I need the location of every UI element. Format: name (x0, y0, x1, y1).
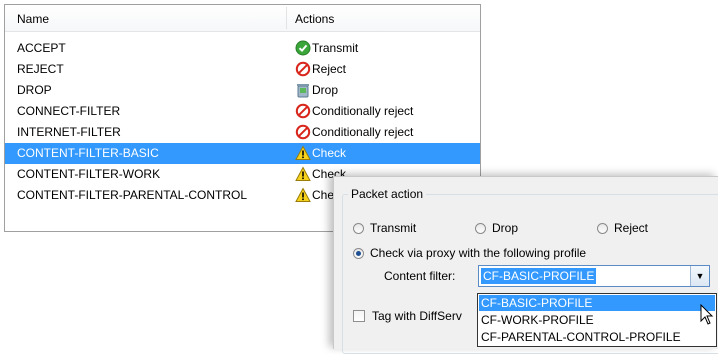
list-row[interactable]: DROP Drop (5, 80, 480, 101)
content-filter-combo[interactable]: CF-BASIC-PROFILE ▼ (478, 265, 710, 287)
list-row[interactable]: CONNECT-FILTER Conditionally reject (5, 101, 480, 122)
radio-check-proxy-button[interactable] (353, 247, 364, 259)
row-action-label: Reject (312, 62, 347, 76)
tag-diffserv-checkbox[interactable] (353, 310, 365, 322)
check-icon (295, 40, 311, 56)
row-action: Drop (295, 82, 338, 98)
radio-transmit-label: Transmit (370, 221, 417, 235)
prohibited-icon (295, 61, 311, 77)
list-row[interactable]: INTERNET-FILTER Conditionally reject (5, 122, 480, 143)
dropdown-option[interactable]: CF-BASIC-PROFILE (479, 295, 715, 311)
row-action-label: Conditionally reject (312, 104, 414, 118)
row-action-label: Transmit (312, 41, 359, 55)
radio-drop-label: Drop (492, 221, 519, 235)
content-filter-dropdown: CF-BASIC-PROFILE CF-WORK-PROFILE CF-PARE… (477, 293, 717, 347)
row-name: CONTENT-FILTER-WORK (17, 167, 161, 181)
warning-icon (295, 145, 311, 161)
radio-transmit-button[interactable] (353, 222, 364, 234)
radio-check-proxy-label: Check via proxy with the following profi… (370, 246, 587, 260)
row-action-label: Drop (312, 83, 339, 97)
list-row[interactable]: ACCEPT Transmit (5, 38, 480, 59)
column-header-actions[interactable]: Actions (295, 12, 334, 26)
column-header-name[interactable]: Name (17, 12, 49, 26)
row-action: Transmit (295, 40, 358, 56)
row-action: Reject (295, 61, 346, 77)
tag-diffserv-label: Tag with DiffServ (372, 309, 462, 323)
list-row[interactable]: REJECT Reject (5, 59, 480, 80)
row-action: Check (295, 145, 346, 161)
row-action: Che (295, 187, 334, 203)
row-name: DROP (17, 83, 52, 97)
radio-reject[interactable]: Reject (597, 221, 648, 235)
row-action: Conditionally reject (295, 124, 413, 140)
warning-icon (295, 166, 311, 182)
radio-reject-button[interactable] (597, 222, 608, 234)
column-separator[interactable] (286, 7, 287, 29)
group-title: Packet action (348, 187, 427, 201)
row-name: CONNECT-FILTER (17, 104, 121, 118)
row-action-label: Check (312, 146, 347, 160)
row-action: Conditionally reject (295, 103, 413, 119)
warning-icon (295, 187, 311, 203)
trash-icon (295, 82, 311, 98)
row-action-label: Che (312, 188, 335, 202)
dropdown-option[interactable]: CF-WORK-PROFILE (479, 312, 715, 328)
radio-drop-button[interactable] (475, 222, 486, 234)
row-action-label: Conditionally reject (312, 125, 414, 139)
list-header: Name Actions (5, 5, 480, 32)
prohibited-icon (295, 124, 311, 140)
dropdown-option[interactable]: CF-PARENTAL-CONTROL-PROFILE (479, 329, 715, 345)
radio-drop[interactable]: Drop (475, 221, 518, 235)
dropdown-arrow-icon[interactable]: ▼ (690, 266, 709, 286)
radio-reject-label: Reject (614, 221, 649, 235)
row-name: CONTENT-FILTER-BASIC (17, 146, 159, 160)
row-name: CONTENT-FILTER-PARENTAL-CONTROL (17, 188, 248, 202)
row-name: INTERNET-FILTER (17, 125, 121, 139)
content-filter-label: Content filter: (384, 269, 456, 283)
list-row[interactable]: CONTENT-FILTER-BASIC Check (5, 143, 480, 164)
radio-check-proxy[interactable]: Check via proxy with the following profi… (353, 246, 586, 260)
tag-diffserv-row[interactable]: Tag with DiffServ (353, 309, 462, 323)
radio-transmit[interactable]: Transmit (353, 221, 416, 235)
prohibited-icon (295, 103, 311, 119)
row-name: ACCEPT (17, 41, 66, 55)
row-name: REJECT (17, 62, 64, 76)
mouse-cursor-icon (700, 304, 714, 325)
content-filter-value: CF-BASIC-PROFILE (481, 268, 597, 284)
